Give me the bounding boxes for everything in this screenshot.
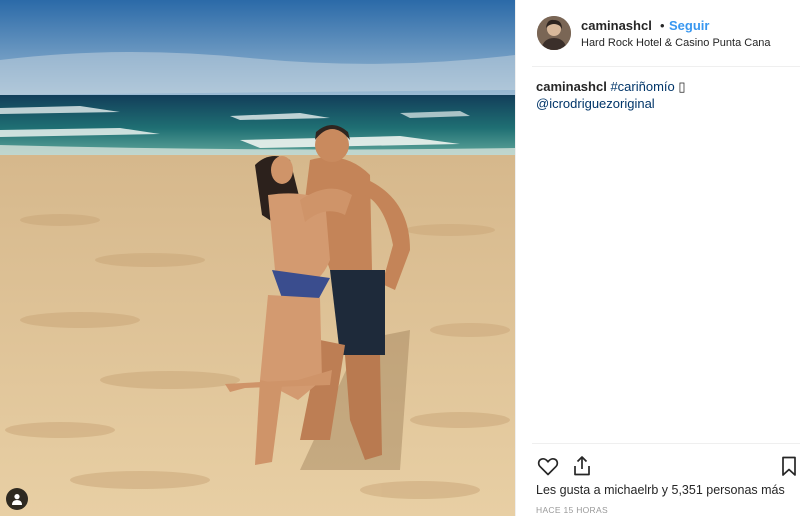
- instagram-post: caminashcl • Seguir Hard Rock Hotel & Ca…: [0, 0, 800, 516]
- post-caption: caminashcl #cariñomío ▯ @icrodriguezorig…: [536, 78, 786, 112]
- caption-username[interactable]: caminashcl: [536, 79, 607, 94]
- beach-photo: [0, 0, 515, 516]
- caption-mention[interactable]: @icrodriguezoriginal: [536, 96, 655, 111]
- like-button[interactable]: [536, 454, 560, 478]
- avatar-image: [537, 16, 571, 50]
- separator-dot: •: [660, 18, 665, 33]
- user-tag-icon: [12, 494, 22, 505]
- share-icon: [574, 456, 590, 476]
- post-photo[interactable]: [0, 0, 515, 516]
- follow-button[interactable]: Seguir: [669, 18, 709, 33]
- post-sidebar: caminashcl • Seguir Hard Rock Hotel & Ca…: [515, 0, 800, 516]
- share-button[interactable]: [570, 454, 594, 478]
- save-button[interactable]: [777, 454, 800, 478]
- post-actions: [532, 443, 800, 480]
- location-link[interactable]: Hard Rock Hotel & Casino Punta Cana: [581, 37, 771, 49]
- heart-icon: [537, 458, 559, 476]
- post-timestamp[interactable]: HACE 15 HORAS: [536, 505, 608, 515]
- caption-emoji: ▯: [678, 79, 686, 94]
- likes-count[interactable]: Les gusta a michaelrb y 5,351 personas m…: [536, 483, 785, 497]
- post-header: caminashcl • Seguir Hard Rock Hotel & Ca…: [532, 0, 800, 67]
- avatar[interactable]: [537, 16, 571, 50]
- tag-people-button[interactable]: [6, 488, 28, 510]
- caption-hashtag[interactable]: #cariñomío: [610, 79, 674, 94]
- username-link[interactable]: caminashcl: [581, 18, 652, 33]
- bookmark-icon: [782, 456, 796, 476]
